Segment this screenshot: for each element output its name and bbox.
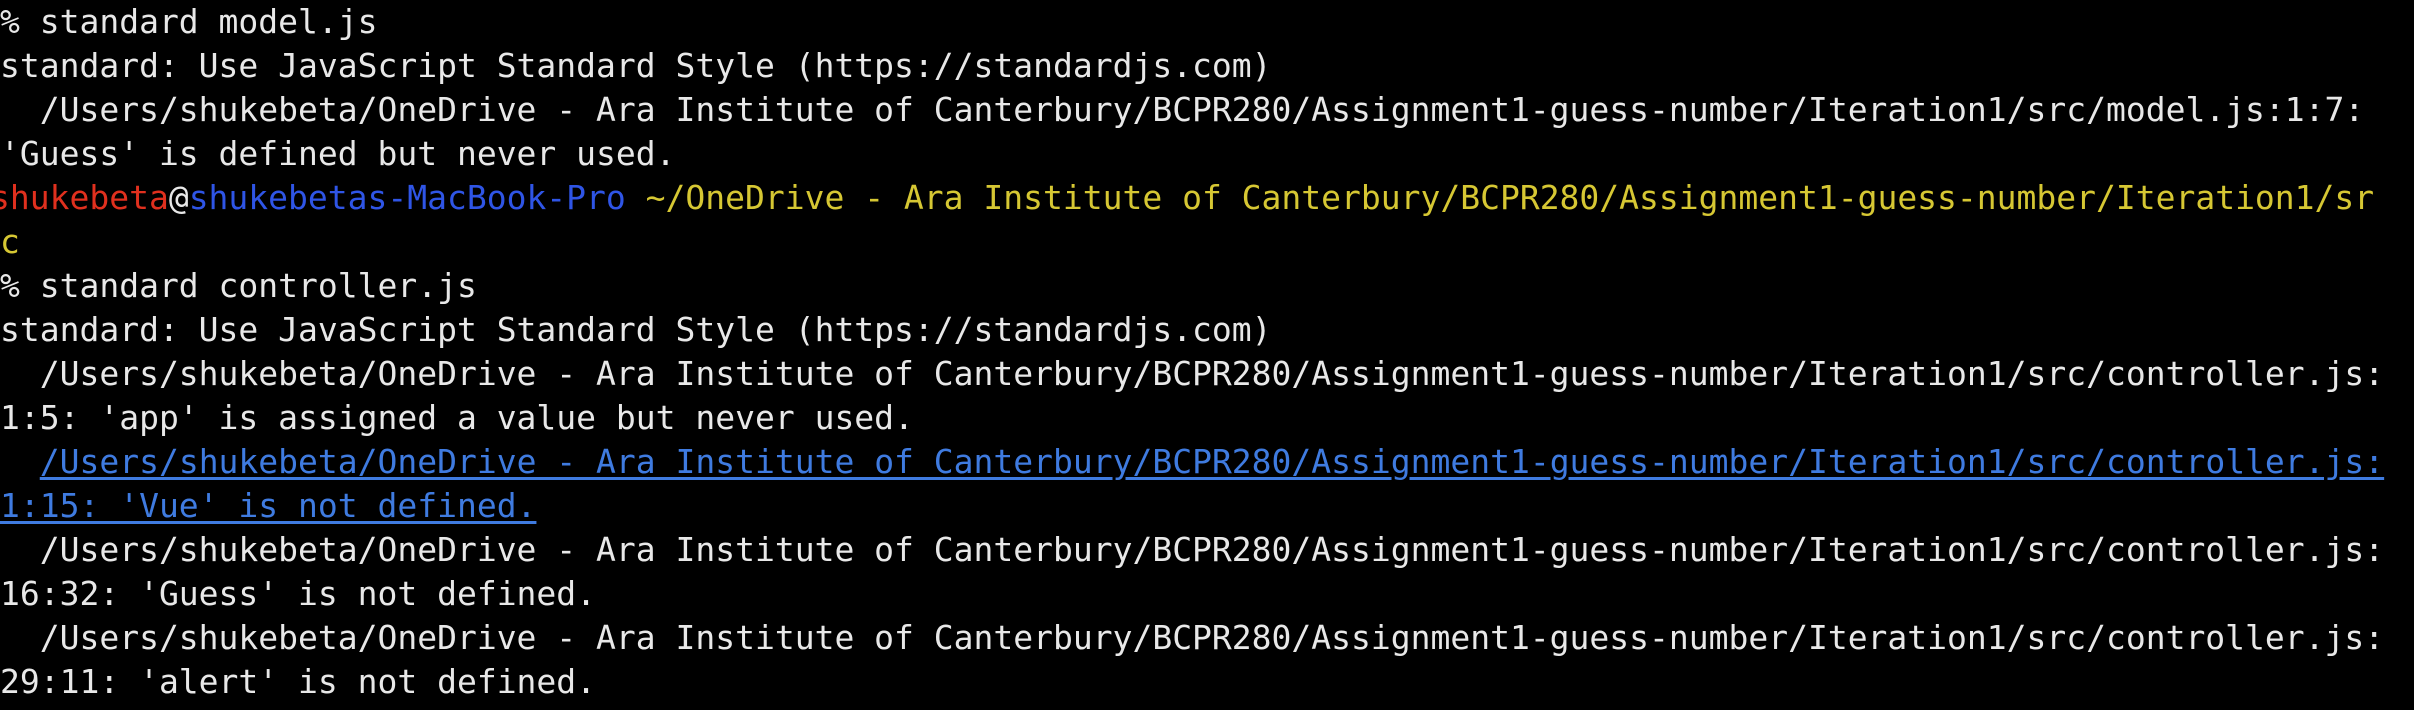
command-line-controller: % standard controller.js (0, 266, 477, 305)
terminal-window[interactable]: % standard model.js standard: Use JavaSc… (0, 0, 2414, 710)
error-link-path-line[interactable]: /Users/shukebeta/OneDrive - Ara Institut… (0, 440, 2384, 484)
standard-banner-line: standard: Use JavaScript Standard Style … (0, 46, 1272, 85)
prompt-at: @ (168, 178, 189, 217)
prompt-path-wrap: c (0, 222, 20, 261)
error-message-line: 1:5: 'app' is assigned a value but never… (0, 398, 914, 437)
command-line-model: % standard model.js (0, 2, 378, 41)
error-link-message-line[interactable]: 1:15: 'Vue' is not defined. (0, 484, 536, 528)
error-message-line: 'Guess' is defined but never used. (0, 134, 676, 173)
shell-prompt: shukebeta@shukebetas-MacBook-Pro ~/OneDr… (0, 176, 2374, 220)
file-link-message[interactable]: 1:15: 'Vue' is not defined. (0, 486, 536, 525)
prompt-host: shukebetas-MacBook-Pro (188, 178, 626, 217)
standard-banner-line: standard: Use JavaScript Standard Style … (0, 310, 1272, 349)
prompt-path: ~/OneDrive - Ara Institute of Canterbury… (625, 178, 2375, 217)
error-message-line: 16:32: 'Guess' is not defined. (0, 574, 597, 613)
error-path-line: /Users/shukebeta/OneDrive - Ara Institut… (0, 530, 2385, 569)
error-message-line: 29:11: 'alert' is not defined. (0, 662, 597, 701)
prompt-user: shukebeta (0, 178, 169, 217)
file-link[interactable]: /Users/shukebeta/OneDrive - Ara Institut… (40, 442, 2384, 481)
error-path-line: /Users/shukebeta/OneDrive - Ara Institut… (0, 618, 2385, 657)
error-path-line: /Users/shukebeta/OneDrive - Ara Institut… (0, 90, 2365, 129)
error-path-line: /Users/shukebeta/OneDrive - Ara Institut… (0, 354, 2385, 393)
